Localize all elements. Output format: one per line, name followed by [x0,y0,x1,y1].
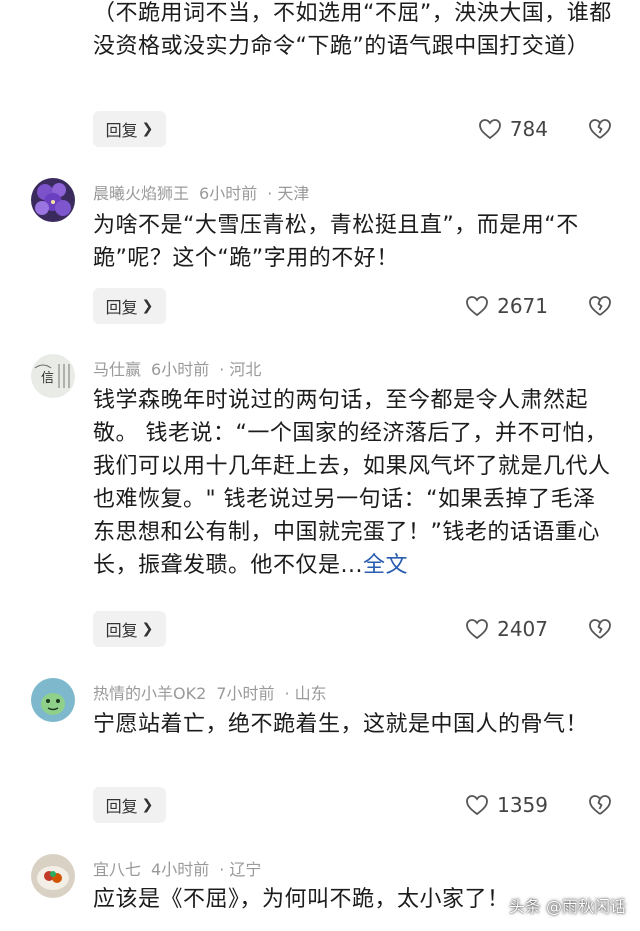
location: · 山东 [284,684,327,703]
heart-icon [478,118,502,140]
timestamp: 7小时前 [216,684,275,703]
watermark: 头条 @雨秋闲话 [508,897,626,916]
comment-text-content: 钱学森晚年时说过的两句话，至今都是令人肃然起敬。 钱老说：“一个国家的经济落后了… [93,388,611,578]
chevron-right-icon: ❯ [141,797,154,813]
username[interactable]: 马仕赢 [93,360,141,379]
comment-meta: 晨曦火焰狮王 6小时前 · 天津 [93,180,319,204]
timestamp: 6小时前 [199,184,258,203]
comment-meta: 马仕赢 6小时前 · 河北 [93,356,271,380]
like-button[interactable]: 2407 [465,617,548,641]
heart-icon [465,295,489,317]
timestamp: 6小时前 [151,360,210,379]
reply-label: 回复 [105,121,138,140]
like-count: 2671 [497,294,548,318]
location: · 辽宁 [219,860,262,879]
location: · 河北 [219,360,262,379]
broken-heart-icon [588,618,612,640]
reply-button[interactable]: 回复 ❯ [93,288,166,324]
chevron-right-icon: ❯ [141,121,154,137]
username[interactable]: 热情的小羊OK2 [93,684,206,703]
comment-meta: 热情的小羊OK2 7小时前 · 山东 [93,680,337,704]
reply-button[interactable]: 回复 ❯ [93,787,166,823]
dislike-button[interactable] [588,618,612,640]
chevron-right-icon: ❯ [141,621,154,637]
broken-heart-icon [588,118,612,140]
dislike-button[interactable] [588,118,612,140]
username[interactable]: 晨曦火焰狮王 [93,184,189,203]
avatar[interactable] [31,678,75,722]
location: · 天津 [267,184,310,203]
expand-full-text-link[interactable]: 全文 [363,553,408,578]
like-count: 784 [509,117,548,141]
comment-text: 宁愿站着亡，绝不跪着生，这就是中国人的骨气！ [93,712,589,737]
like-button[interactable]: 1359 [465,793,548,817]
like-button[interactable]: 2671 [465,294,548,318]
reply-button[interactable]: 回复 ❯ [93,111,166,147]
comment-text: 钱学森晚年时说过的两句话，至今都是令人肃然起敬。 钱老说：“一个国家的经济落后了… [93,384,613,582]
broken-heart-icon [588,295,612,317]
dislike-button[interactable] [588,794,612,816]
username[interactable]: 宜八七 [93,860,141,879]
like-count: 2407 [497,617,548,641]
comment-text: 为啥不是“大雪压青松，青松挺且直”，而是用“不跪”呢？这个“跪”字用的不好！ [93,213,579,271]
svg-text:信: 信 [41,371,54,386]
reply-label: 回复 [105,797,138,816]
reply-button[interactable]: 回复 ❯ [93,611,166,647]
avatar[interactable] [31,854,75,898]
avatar[interactable] [31,178,75,222]
comment-meta: 宜八七 4小时前 · 辽宁 [93,856,271,880]
like-button[interactable]: 784 [478,117,548,141]
comment-text: （不跪用词不当，不如选用“不屈”，泱泱大国，谁都没资格或没实力命令“下跪”的语气… [93,1,612,59]
chevron-right-icon: ❯ [141,298,154,314]
reply-label: 回复 [105,298,138,317]
heart-icon [465,794,489,816]
heart-icon [465,618,489,640]
like-count: 1359 [497,793,548,817]
timestamp: 4小时前 [151,860,210,879]
avatar[interactable]: 信 [31,354,75,398]
reply-label: 回复 [105,621,138,640]
broken-heart-icon [588,794,612,816]
dislike-button[interactable] [588,295,612,317]
